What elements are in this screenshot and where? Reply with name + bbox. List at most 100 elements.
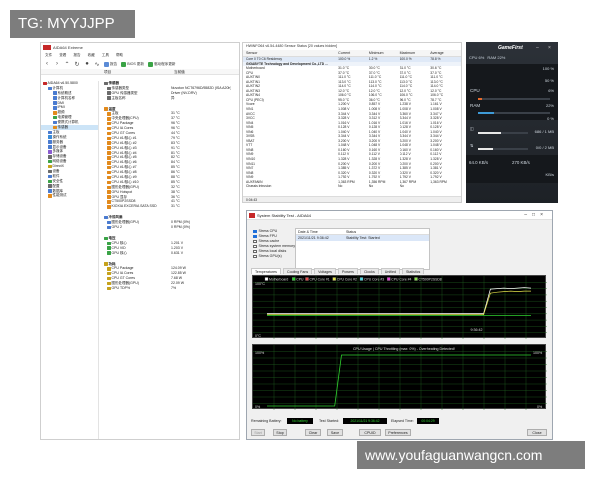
hw-col-current[interactable]: Current	[338, 50, 369, 56]
temperature-graph: Motherboard CPU CPU Core #1 CPU Core #2 CPU …	[252, 275, 547, 339]
sensor-row[interactable]: GPU 核心 0.631 V	[101, 250, 239, 256]
col-value[interactable]: 当前值	[171, 69, 185, 74]
temperature-graph-svg: Motherboard CPU CPU Core #1 CPU Core #2 CPU …	[253, 276, 547, 339]
checkbox[interactable]	[253, 229, 257, 234]
minimize-icon[interactable]: –	[536, 45, 539, 51]
refresh-icon[interactable]: ↻	[74, 61, 80, 68]
menu-report[interactable]: 报告	[73, 53, 80, 57]
sensor-section-icon	[104, 107, 108, 111]
tree-node-icon	[48, 155, 52, 159]
sensor-icon	[107, 126, 111, 131]
tree-node-icon	[48, 140, 52, 144]
bios-update-button[interactable]: BIOS 更新	[121, 61, 144, 67]
close-button[interactable]: Close	[527, 429, 547, 436]
hwinfo-timer: 0:04:43	[246, 198, 257, 202]
cpuid-button[interactable]: CPUID	[359, 429, 381, 436]
hw-sensor-name: Chassis Intrusion	[246, 184, 272, 189]
sensor-row[interactable]: GPU 2 0 RPM (0%)	[101, 225, 239, 230]
tree-node-icon	[53, 101, 57, 105]
legend-label: CT500P2SSD8	[419, 278, 442, 282]
menu-view[interactable]: 查看	[59, 53, 66, 57]
sensor-icon	[107, 146, 111, 150]
menu-help[interactable]: 帮助	[116, 53, 123, 57]
sensor-name: 主板名称	[101, 96, 171, 101]
back-arrow-icon[interactable]: ‹	[44, 61, 50, 67]
tab-voltages[interactable]: Voltages	[314, 268, 336, 274]
forward-arrow-icon[interactable]: ›	[54, 61, 60, 67]
sensor-section-icon	[104, 236, 108, 241]
hw-col-average[interactable]: Average	[430, 50, 461, 56]
preferences-button[interactable]: Preferences	[385, 429, 411, 436]
sensor-icon	[107, 156, 111, 160]
aida64-titlebar: AIDA64 Extreme	[41, 43, 239, 52]
stress-option[interactable]: Stress GPU(s)	[253, 254, 295, 259]
test-started-label: Test Started:	[319, 419, 340, 423]
tab-cooling-fans[interactable]: Cooling Fans	[282, 268, 313, 274]
legend-label: CPU	[296, 278, 304, 282]
sensor-icon	[107, 246, 111, 250]
menu-tools[interactable]: 工具	[102, 53, 109, 57]
chart-icon[interactable]: ∿	[94, 61, 100, 68]
gf-cpu-bar	[478, 98, 550, 100]
gf-disk-icon: ◫	[470, 126, 474, 131]
driver-update-label: 驱动程序更新	[153, 61, 176, 66]
checkbox[interactable]	[253, 249, 257, 254]
sensor-icon	[107, 170, 111, 175]
tree-node-icon	[43, 81, 47, 86]
tab-temperatures[interactable]: Temperatures	[251, 268, 281, 274]
checkbox[interactable]	[253, 244, 257, 249]
sensor-icon	[107, 151, 111, 155]
cpu-usage-graph-svg: CPU Usage | CPU Throttling (max: 0%) - O…	[253, 345, 547, 410]
stop-button[interactable]: Stop	[273, 429, 287, 436]
sensor-icon	[107, 286, 111, 291]
save-button[interactable]: Save	[327, 429, 343, 436]
window-controls-icon[interactable]: –□×	[524, 211, 548, 220]
watermark-top: TG: MYYJJPP	[10, 10, 135, 38]
legend-label: CPU Core #1	[310, 278, 330, 282]
tab-powers[interactable]: Powers	[337, 268, 358, 274]
up-arrow-icon[interactable]: ⌃	[64, 61, 70, 68]
sensor-row[interactable]: KIOXIA EXCERIA SATA SSD 31 °C	[101, 204, 239, 209]
tab-clocks[interactable]: Clocks	[359, 268, 379, 274]
clear-button[interactable]: Clear	[305, 429, 321, 436]
legend-swatch	[292, 277, 296, 281]
hwinfo-status-bar: 0:04:43	[243, 196, 461, 202]
sensor-icon	[107, 225, 111, 230]
hw-col-sensor[interactable]: Sensor	[243, 50, 338, 56]
hw-col-maximum[interactable]: Maximum	[400, 50, 431, 56]
menu-file[interactable]: 文件	[45, 53, 52, 57]
sensor-icon	[107, 91, 111, 95]
temp-time-label: 9:36:42	[471, 328, 483, 332]
tree-node-icon	[48, 189, 52, 193]
tab-statistics[interactable]: Statistics	[401, 268, 425, 274]
start-button[interactable]: Start	[251, 429, 265, 436]
sensor-value: 0.631 V	[171, 250, 184, 255]
bios-update-label: BIOS 更新	[127, 61, 144, 66]
sensor-row[interactable]: GPU TDP% 7%	[101, 286, 239, 291]
log-status: Stability Test: Started	[346, 236, 380, 240]
gf-disk-b-fill	[478, 148, 493, 150]
tree-node-icon	[48, 150, 52, 154]
report-button[interactable]: 报告	[104, 61, 117, 67]
sensor-icon	[107, 141, 111, 145]
hw-col-minimum[interactable]: Minimum	[369, 50, 400, 56]
close-icon[interactable]: ×	[548, 45, 551, 51]
sensor-row[interactable]: 主板名称 异	[101, 96, 239, 101]
tree-node-icon	[53, 120, 57, 125]
tree-item[interactable]: 性能测试	[41, 193, 98, 198]
hwinfo-row[interactable]: Chassis Intrusion No No No	[243, 184, 461, 189]
sensor-icon	[107, 86, 111, 91]
user-icon[interactable]: ●	[84, 61, 90, 67]
menu-favorites[interactable]: 收藏	[88, 53, 95, 57]
driver-update-button[interactable]: 驱动程序更新	[147, 61, 176, 67]
checkbox[interactable]	[253, 254, 257, 259]
log-row[interactable]: 2021/11/21 9:36:42 Stability Test: Start…	[296, 235, 429, 241]
hw-sensor-value: No	[399, 184, 404, 189]
tab-unified[interactable]: Unified	[380, 268, 400, 274]
bios-icon	[121, 61, 127, 67]
log-datetime: 2021/11/21 9:36:42	[298, 236, 329, 240]
checkbox[interactable]	[253, 239, 257, 244]
col-item[interactable]: 项目	[101, 69, 171, 74]
stability-status-row: Remaining Battery: No battery Test Start…	[251, 417, 549, 425]
checkbox[interactable]	[253, 234, 257, 239]
